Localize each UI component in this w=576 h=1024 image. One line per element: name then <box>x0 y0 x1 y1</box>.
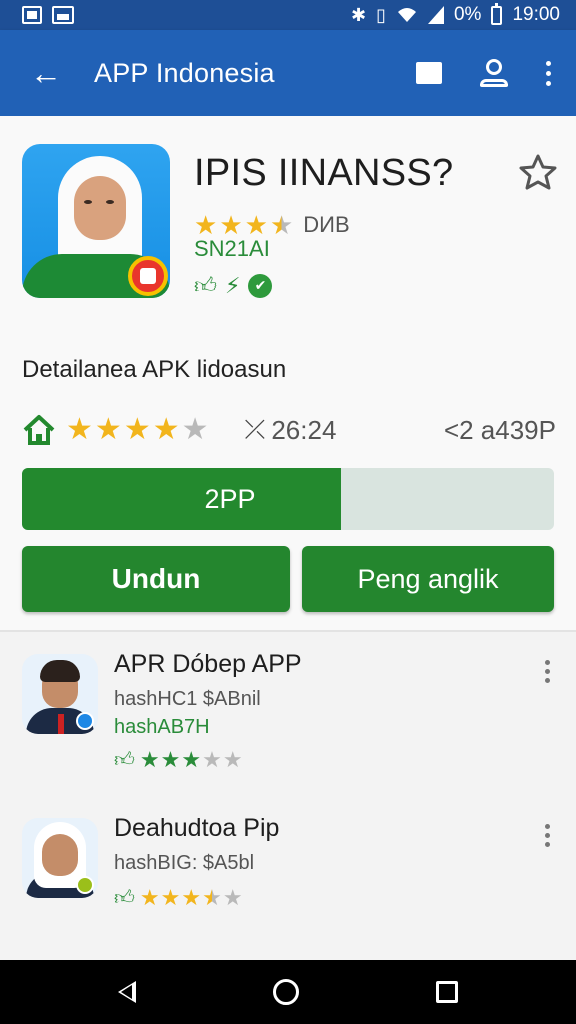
app-developer: SN21AI <box>194 236 270 261</box>
more-vert-icon[interactable] <box>545 660 550 683</box>
wifi-icon <box>397 8 416 22</box>
rating-text: DИB <box>303 212 350 237</box>
back-arrow-icon[interactable]: ← <box>30 57 68 89</box>
vibrate-icon: ▯ <box>376 5 386 25</box>
app-badge-icon <box>128 256 168 296</box>
list-item-title: Deahudtoa Pip <box>114 814 280 842</box>
progress-label: 2PP <box>204 483 256 514</box>
more-vert-icon[interactable] <box>545 824 550 847</box>
list-item-meta: hashHC1 $ABnil <box>114 688 261 710</box>
app-size: <2 a439P <box>443 414 556 445</box>
list-item-rating: 👍︎ ★ ★ ★ ★ ★ <box>114 885 243 910</box>
signal-icon <box>427 6 444 24</box>
list-item-title: APR Dóbep APP <box>114 650 302 678</box>
verified-icon <box>76 712 94 730</box>
gallery-icon <box>52 6 74 24</box>
thumb-up-icon: 👍︎ <box>114 887 135 909</box>
nav-recent-icon[interactable] <box>435 981 458 1003</box>
download-count-icon: ⤫ <box>244 414 266 444</box>
app-title: IPIS IINANSS? <box>194 152 454 194</box>
thumb-up-icon: 👍︎ <box>194 273 217 298</box>
stats-row: ★ ★ ★ ★ ★ ⤫ 26:24 <2 a439P <box>22 412 556 448</box>
app-icon <box>22 144 170 298</box>
battery-icon <box>491 2 503 25</box>
wishlist-star-icon[interactable] <box>518 152 558 192</box>
app-rating: ★ ★ ★ ★ DИB <box>194 210 350 240</box>
list-app-icon <box>22 654 98 734</box>
more-vert-icon[interactable] <box>546 60 552 86</box>
verified-icon: ✔ <box>248 273 273 298</box>
install-button[interactable]: Undun <box>22 546 290 612</box>
nav-back-icon[interactable] <box>118 981 137 1003</box>
account-icon[interactable] <box>480 59 508 87</box>
square-icon[interactable] <box>416 62 442 84</box>
nav-home-icon[interactable] <box>272 979 299 1005</box>
list-item[interactable]: Deahudtoa Pip hashBIG: $A5bl 👍︎ ★ ★ ★ ★ ★ <box>0 798 576 938</box>
list-app-icon <box>22 818 98 898</box>
list-item-meta: hashBIG: $A5bl <box>114 852 255 874</box>
battery-percent: 0% <box>453 4 482 25</box>
download-count: 26:24 <box>271 414 337 445</box>
download-progress: 2PP <box>22 468 554 530</box>
flash-icon: ⚡︎ <box>225 272 241 298</box>
main-content: IPIS IINANSS? ★ ★ ★ ★ DИB SN21AI 👍︎ ⚡︎ ✔ D… <box>0 116 576 960</box>
details-heading: Detailanea APK lidoasun <box>22 356 287 383</box>
list-item-rating: 👍︎ ★ ★ ★ ★ ★ <box>114 747 243 772</box>
system-nav-bar <box>0 960 576 1024</box>
open-button[interactable]: Peng anglik <box>302 546 554 612</box>
thumb-up-icon: 👍︎ <box>114 749 135 771</box>
app-badges: 👍︎ ⚡︎ ✔ <box>194 272 273 299</box>
app-detail-card: IPIS IINANSS? ★ ★ ★ ★ DИB SN21AI 👍︎ ⚡︎ ✔ D… <box>0 116 576 632</box>
app-bar-title: APP Indonesia <box>94 57 275 88</box>
screenshot-icon <box>22 6 42 24</box>
status-bar: ✱ ▯ 0% 19:00 <box>0 0 576 30</box>
clock: 19:00 <box>512 4 560 25</box>
list-item[interactable]: APR Dóbep APP hashHC1 $ABnil hashAB7H 👍︎… <box>0 634 576 774</box>
list-item-meta2: hashAB7H <box>114 716 210 738</box>
verified-icon <box>76 876 94 894</box>
home-icon <box>23 415 55 445</box>
app-bar: ← APP Indonesia <box>0 30 576 116</box>
stats-stars: ★ ★ ★ ★ ★ <box>66 413 209 446</box>
bluetooth-icon: ✱ <box>350 5 367 25</box>
